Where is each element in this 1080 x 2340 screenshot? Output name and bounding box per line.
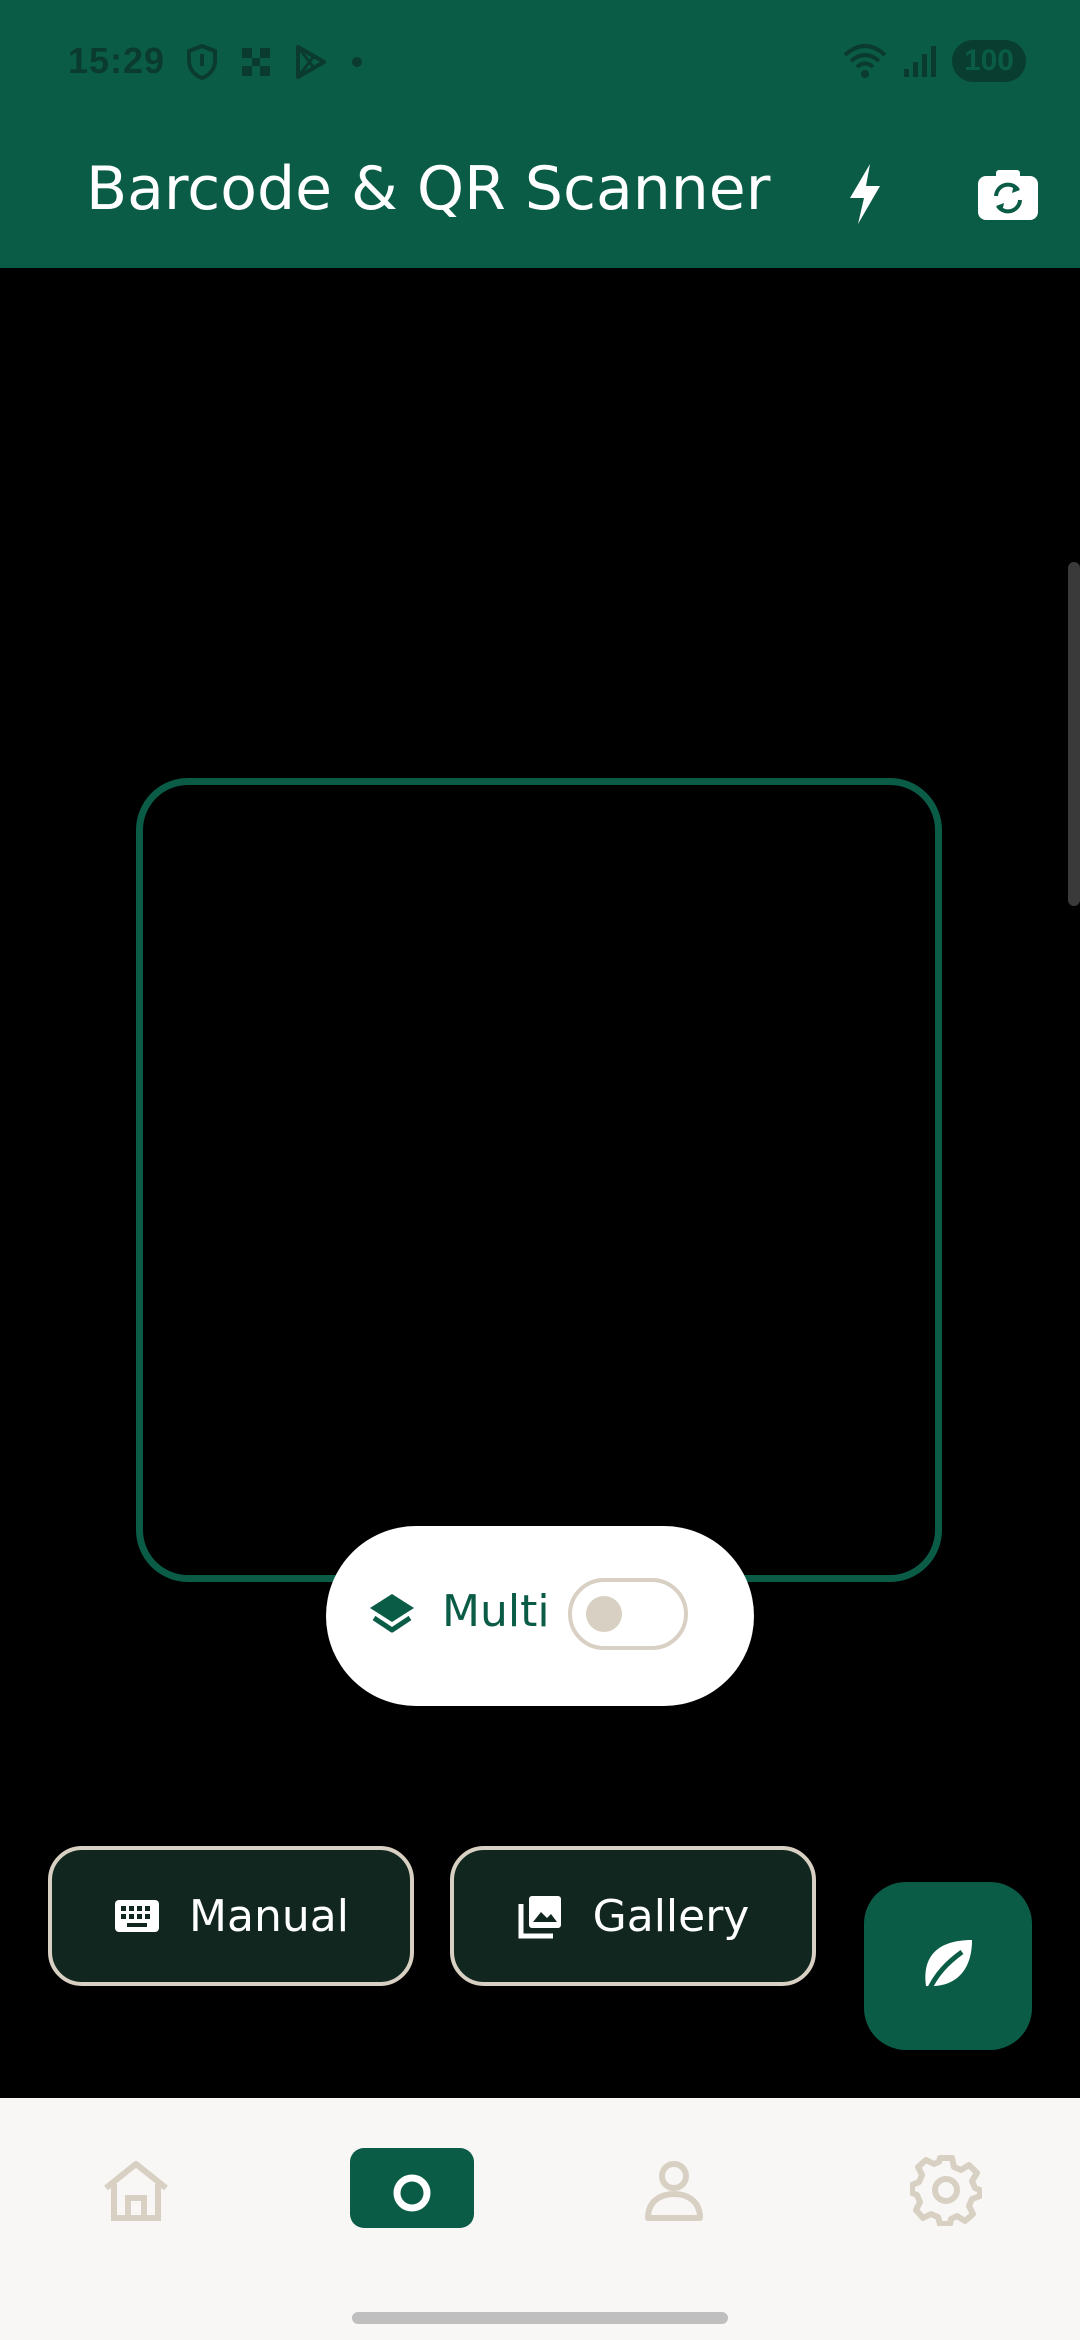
- eco-fab-button[interactable]: [864, 1882, 1032, 2050]
- toggle-knob: [586, 1596, 622, 1632]
- nav-home[interactable]: [82, 2152, 190, 2228]
- switch-camera-icon: [978, 170, 1038, 220]
- nav-scan[interactable]: [350, 2148, 474, 2228]
- status-left-icons: [186, 44, 364, 80]
- flash-icon: [850, 164, 880, 224]
- shield-icon: [187, 44, 217, 80]
- keyboard-icon: [115, 1900, 160, 1932]
- gallery-button[interactable]: Gallery: [450, 1846, 816, 1986]
- camera-icon: [372, 2155, 452, 2221]
- signal-icon: [903, 46, 936, 77]
- gallery-icon: [518, 1896, 561, 1939]
- settings-icon: [910, 2155, 982, 2226]
- battery-icon: 100: [951, 40, 1026, 82]
- status-time: 15:29: [68, 40, 166, 81]
- nav-profile[interactable]: [620, 2152, 728, 2228]
- play-store-icon: [296, 45, 326, 79]
- qr-grid-icon: [242, 48, 270, 76]
- home-indicator[interactable]: [352, 2312, 728, 2324]
- gallery-label: Gallery: [592, 1890, 750, 1942]
- profile-icon: [645, 2161, 703, 2221]
- app-bar: Barcode & QR Scanner: [0, 126, 1080, 268]
- scrollbar[interactable]: [1068, 562, 1080, 906]
- switch-camera-button[interactable]: [968, 154, 1048, 234]
- home-icon: [104, 2161, 168, 2221]
- multi-toggle[interactable]: [568, 1578, 688, 1650]
- scan-frame: [136, 778, 942, 1582]
- wifi-icon: [843, 44, 887, 78]
- multi-label: Multi: [442, 1586, 550, 1637]
- flash-button[interactable]: [824, 154, 904, 234]
- nav-settings[interactable]: [892, 2152, 1000, 2228]
- app-title: Barcode & QR Scanner: [86, 154, 771, 224]
- status-bar: 15:29 100: [0, 0, 1080, 126]
- manual-button[interactable]: Manual: [48, 1846, 414, 1986]
- dot-icon: [352, 57, 362, 67]
- manual-label: Manual: [189, 1890, 349, 1942]
- status-right-icons: 100: [842, 40, 1026, 82]
- multi-scan-control[interactable]: Multi: [326, 1526, 754, 1706]
- bottom-navigation: [0, 2098, 1080, 2340]
- leaf-icon: [925, 1940, 972, 1994]
- layers-icon: [370, 1594, 414, 1633]
